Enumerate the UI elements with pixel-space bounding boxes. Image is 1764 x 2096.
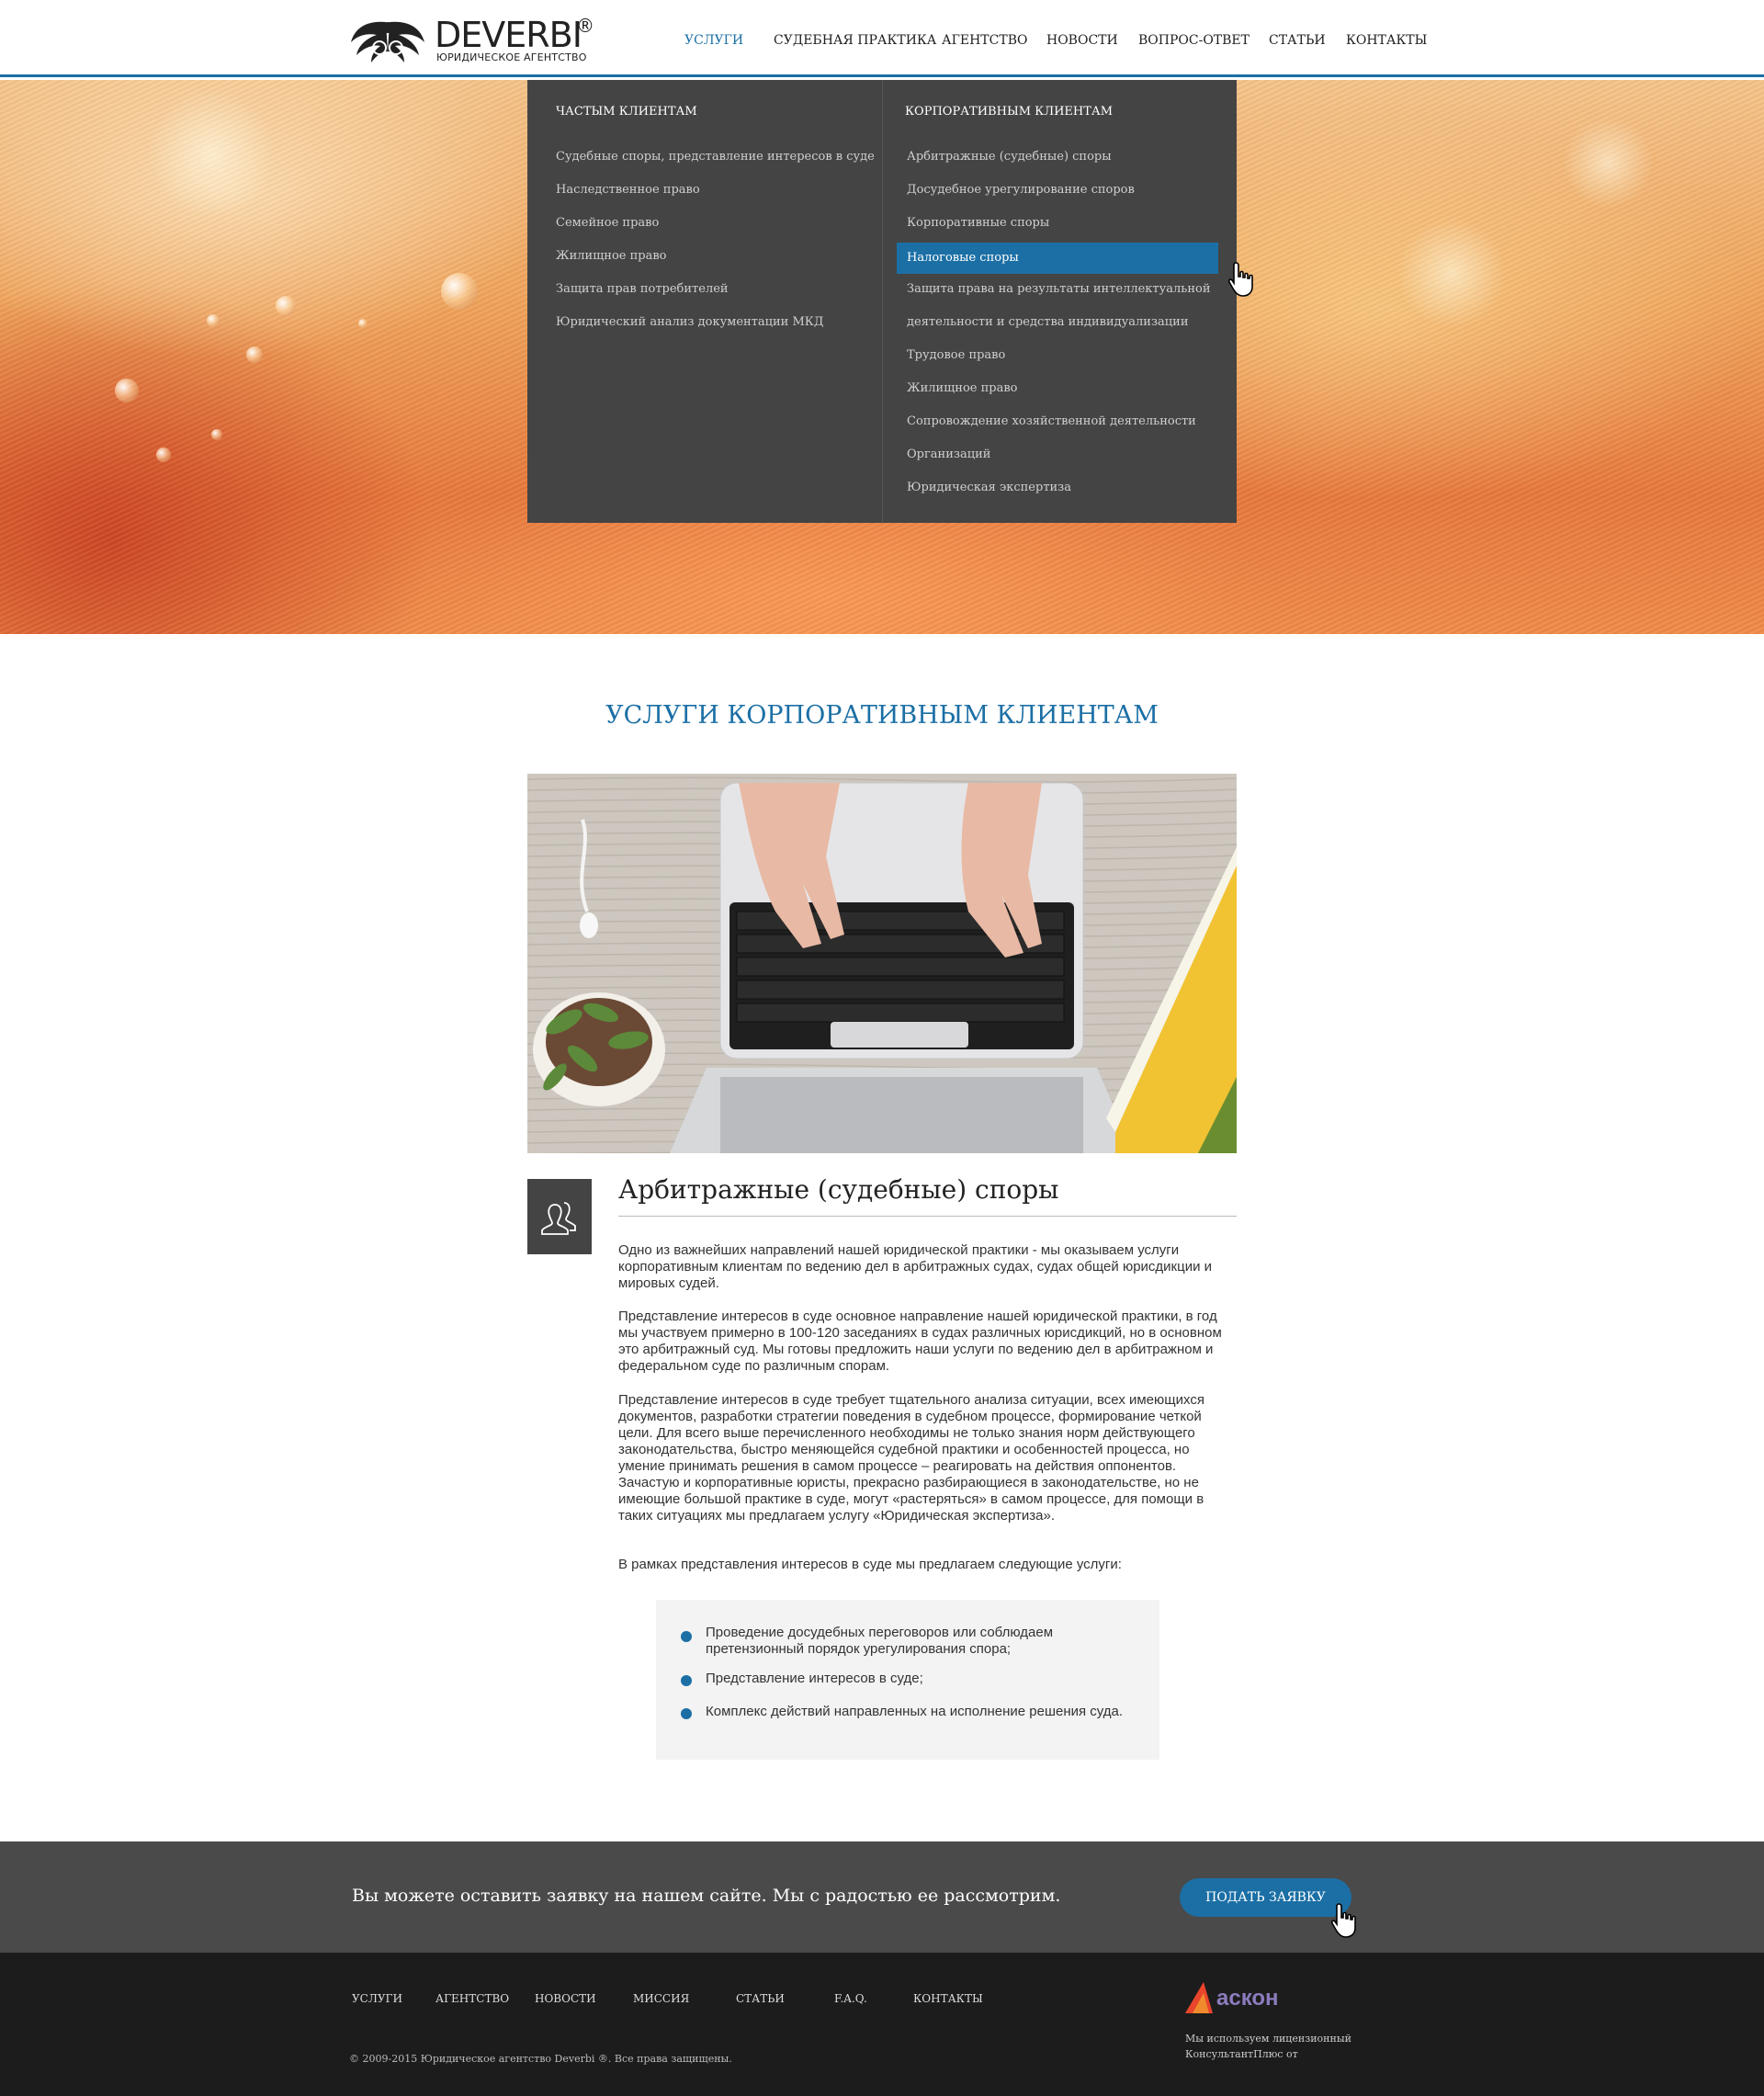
dropdown-item[interactable]: Досудебное урегулирование споров: [907, 183, 1135, 197]
submit-request-button[interactable]: ПОДАТЬ ЗАЯВКУ: [1180, 1878, 1351, 1917]
dropdown-heading-private: ЧАСТЫМ КЛИЕНТАМ: [556, 105, 697, 119]
dropdown-item[interactable]: Семейное право: [556, 216, 659, 230]
services-list: Проведение досудебных переговоров или со…: [656, 1600, 1159, 1760]
partner-note: Мы используем лицензионный КонсультантПл…: [1185, 2033, 1351, 2060]
list-item: Проведение досудебных переговоров или со…: [706, 1625, 1054, 1657]
footer-nav-faq[interactable]: F.A.Q.: [834, 1992, 867, 2005]
water-drop: [358, 319, 368, 328]
nav-vopros-otvet[interactable]: ВОПРОС-ОТВЕТ: [1138, 33, 1250, 51]
article-paragraph: Представление интересов в суде основное …: [618, 1309, 1222, 1374]
footer-nav-missiya[interactable]: МИССИЯ: [633, 1992, 689, 2005]
logo[interactable]: DEVERBI ® ЮРИДИЧЕСКОЕ АГЕНТСТВО: [349, 15, 597, 68]
copyright: © 2009-2015 Юридическое агентство Deverb…: [349, 2053, 732, 2065]
article-icon-box: [527, 1179, 592, 1254]
footer-nav-uslugi[interactable]: УСЛУГИ: [352, 1992, 402, 2005]
footer-nav-kontakty[interactable]: КОНТАКТЫ: [913, 1992, 983, 2005]
dropdown-item[interactable]: Юридический анализ документации МКД: [556, 315, 823, 329]
hand-cursor-icon: [1330, 1903, 1356, 1938]
laptop-illustration: [527, 774, 1237, 1153]
request-banner-text: Вы можете оставить заявку на нашем сайте…: [352, 1886, 1061, 1906]
site-footer: УСЛУГИ АГЕНТСТВО НОВОСТИ МИССИЯ СТАТЬИ F…: [0, 1953, 1764, 2096]
hand-cursor-icon: [1227, 262, 1253, 297]
bokeh-light: [1396, 218, 1507, 328]
nav-uslugi[interactable]: УСЛУГИ: [684, 33, 743, 51]
dropdown-item[interactable]: Сопровождение хозяйственной деятельности: [907, 414, 1196, 428]
askon-logo-text: аскон: [1216, 1986, 1279, 2011]
water-drop: [246, 346, 263, 363]
water-drop: [156, 448, 171, 462]
water-drop: [115, 379, 139, 402]
list-item: Комплекс действий направленных на исполн…: [706, 1704, 1124, 1719]
logo-name: DEVERBI: [435, 15, 582, 55]
article-title-rule: [618, 1216, 1237, 1217]
bokeh-light: [1562, 117, 1654, 209]
footer-nav-stati[interactable]: СТАТЬИ: [736, 1992, 785, 2005]
article-paragraph: В рамках представления интересов в суде …: [618, 1557, 1122, 1572]
site-header: DEVERBI ® ЮРИДИЧЕСКОЕ АГЕНТСТВО УСЛУГИ С…: [0, 0, 1764, 77]
dropdown-item[interactable]: Жилищное право: [907, 381, 1017, 395]
footer-nav-agentstvo[interactable]: АГЕНТСТВО: [435, 1992, 509, 2005]
dropdown-item[interactable]: Защита прав потребителей: [556, 282, 729, 296]
services-dropdown: ЧАСТЫМ КЛИЕНТАМ КОРПОРАТИВНЫМ КЛИЕНТАМ С…: [527, 80, 1237, 523]
dropdown-item[interactable]: Защита права на результаты интеллектуаль…: [907, 282, 1211, 296]
section-title: УСЛУГИ КОРПОРАТИВНЫМ КЛИЕНТАМ: [605, 701, 1159, 730]
list-bullet: [681, 1631, 692, 1642]
water-drop: [207, 314, 220, 327]
logo-subtitle: ЮРИДИЧЕСКОЕ АГЕНТСТВО: [436, 51, 587, 63]
dropdown-item[interactable]: Судебные споры, представление интересов …: [556, 150, 875, 164]
laptop-photo: [527, 774, 1237, 1153]
askon-triangle-icon: [1185, 1982, 1213, 2013]
logo-registered-mark: ®: [576, 15, 594, 37]
nav-kontakty[interactable]: КОНТАКТЫ: [1346, 33, 1427, 51]
dropdown-item[interactable]: Трудовое право: [907, 348, 1005, 362]
dropdown-item[interactable]: Арбитражные (судебные) споры: [907, 150, 1112, 164]
article-title: Арбитражные (судебные) споры: [618, 1174, 1059, 1205]
dropdown-item[interactable]: Корпоративные споры: [907, 216, 1049, 230]
article-paragraph: Одно из важнейших направлений нашей юрид…: [618, 1242, 1213, 1291]
dropdown-item-highlighted[interactable]: Налоговые споры: [897, 243, 1218, 274]
dropdown-heading-corporate: КОРПОРАТИВНЫМ КЛИЕНТАМ: [905, 105, 1114, 119]
water-drop: [441, 273, 478, 310]
water-drop: [276, 296, 296, 316]
nav-novosti[interactable]: НОВОСТИ: [1046, 33, 1118, 51]
list-item: Представление интересов в суде;: [706, 1671, 923, 1686]
dropdown-item[interactable]: Жилищное право: [556, 249, 666, 263]
dropdown-item[interactable]: Организаций: [907, 448, 990, 461]
dropdown-item[interactable]: Наследственное право: [556, 183, 700, 197]
dropdown-item[interactable]: Юридическая экспертиза: [907, 481, 1071, 494]
dropdown-item[interactable]: деятельности и средства индивидуализации: [907, 315, 1189, 329]
users-icon: [541, 1202, 576, 1235]
askon-logo[interactable]: аскон: [1182, 1980, 1301, 2021]
nav-sudebnaya-praktika[interactable]: СУДЕБНАЯ ПРАКТИКА: [774, 33, 936, 51]
list-bullet: [681, 1675, 692, 1686]
nav-stati[interactable]: СТАТЬИ: [1269, 33, 1326, 51]
article-paragraph: Представление интересов в суде требует т…: [618, 1392, 1204, 1524]
list-bullet: [681, 1708, 692, 1719]
request-banner: Вы можете оставить заявку на нашем сайте…: [0, 1841, 1764, 1953]
dropdown-divider: [882, 80, 883, 523]
nav-agentstvo[interactable]: АГЕНТСТВО: [942, 33, 1027, 51]
bokeh-light: [147, 89, 276, 218]
water-drop: [211, 429, 222, 440]
footer-nav-novosti[interactable]: НОВОСТИ: [535, 1992, 596, 2005]
winged-emblem-icon: [351, 21, 424, 63]
